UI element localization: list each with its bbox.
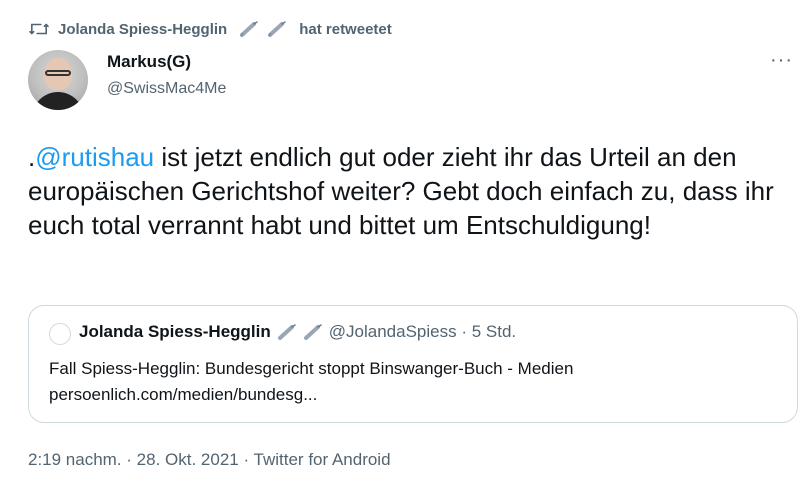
quote-handle-time: @JolandaSpiess · 5 Std. [328, 322, 517, 341]
quote-header: Jolanda Spiess-Hegglin @JolandaSpiess · … [79, 322, 516, 342]
author-handle[interactable]: @SwissMac4Me [107, 80, 226, 98]
retweet-context: Jolanda Spiess-Hegglin hat retweetet [28, 20, 392, 38]
mention-link[interactable]: @rutishau [35, 142, 154, 172]
syringe-icon [277, 324, 296, 340]
quote-tweet-card[interactable]: Jolanda Spiess-Hegglin @JolandaSpiess · … [28, 305, 798, 423]
tweet-timestamp[interactable]: 2:19 nachm. · 28. Okt. 2021 · Twitter fo… [28, 450, 391, 470]
syringe-icon [268, 21, 286, 37]
quote-body: Fall Spiess-Hegglin: Bundesgericht stopp… [49, 356, 779, 408]
retweeter-name[interactable]: Jolanda Spiess-Hegglin [58, 21, 227, 38]
retweet-label: hat retweetet [299, 20, 392, 38]
syringe-icon [303, 324, 322, 340]
author-avatar[interactable] [28, 50, 88, 110]
retweet-icon [29, 23, 49, 35]
quote-line-1: Fall Spiess-Hegglin: Bundesgericht stopp… [49, 359, 574, 378]
tweet-text: .@rutishau ist jetzt endlich gut oder zi… [28, 140, 798, 242]
quote-author-name: Jolanda Spiess-Hegglin [79, 322, 271, 341]
more-icon[interactable]: ··· [770, 50, 793, 70]
syringe-icon [240, 21, 258, 37]
quote-link[interactable]: persoenlich.com/medien/bundesg... [49, 382, 779, 408]
author-name[interactable]: Markus(G) [107, 52, 191, 72]
quote-avatar [49, 323, 71, 345]
